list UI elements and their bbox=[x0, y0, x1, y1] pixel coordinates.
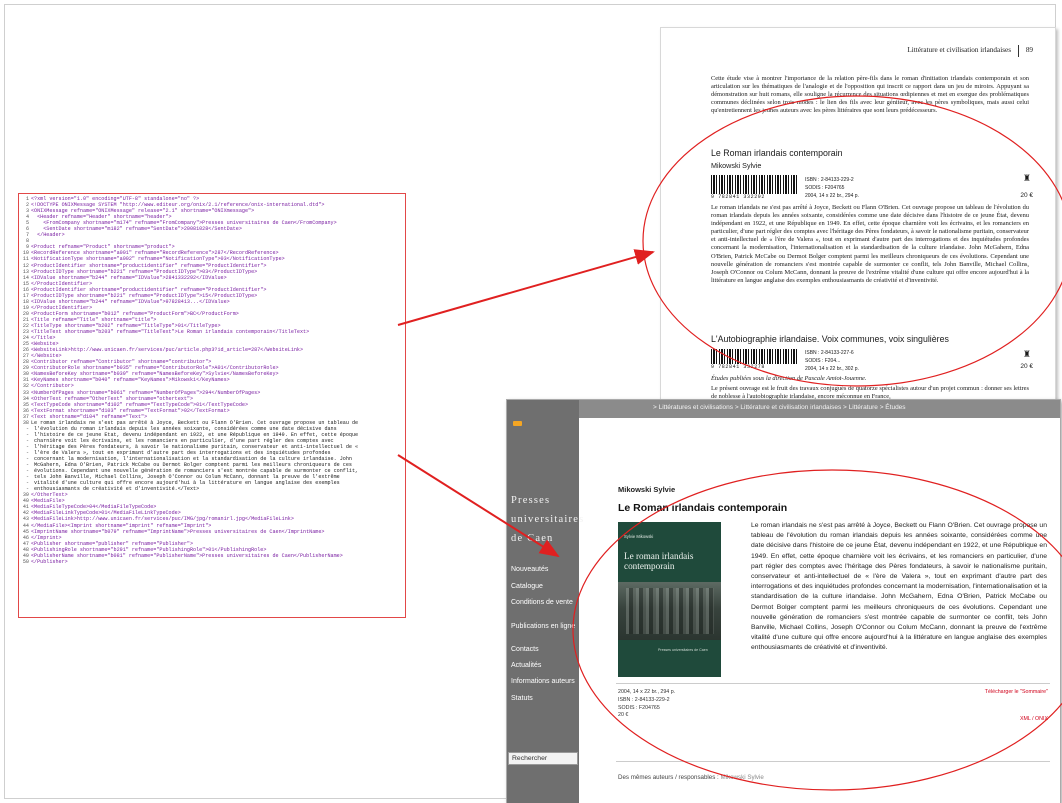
book2-isbn: ISBN : 2-84133-227-6 bbox=[805, 350, 854, 356]
site-brand: Presses universitaires de Caen bbox=[511, 491, 584, 548]
content-divider-2 bbox=[616, 761, 1050, 762]
meta-sodis: SODIS : F204765 bbox=[618, 704, 660, 711]
figure-frame: 1 <?xml version="1.0" encoding="UTF-8" st… bbox=[4, 4, 1061, 803]
book2-title: L'Autobiographie irlandaise. Voix commun… bbox=[711, 334, 949, 344]
book-description: Le roman irlandais ne s'est pas arrêté à… bbox=[711, 204, 1029, 284]
running-head: Littérature et civilisation irlandaises bbox=[907, 46, 1011, 54]
book2-sodis: SODIS : F204... bbox=[805, 358, 841, 364]
reader2-icon: ♜ bbox=[1022, 349, 1031, 359]
book2-direction: Études publiées sous la direction de Pas… bbox=[711, 375, 867, 382]
cover-photo bbox=[618, 582, 721, 640]
nav-statuts[interactable]: Statuts bbox=[511, 695, 533, 702]
same-authors-link[interactable]: Mikowski Sylvie bbox=[721, 774, 764, 781]
product-author[interactable]: Mikowski Sylvie bbox=[618, 485, 675, 494]
nav-informations-auteurs[interactable]: Informations auteurs bbox=[511, 678, 575, 685]
book-price: 20 € bbox=[1020, 192, 1033, 199]
meta-isbn: ISBN : 2-84133-229-2 bbox=[618, 696, 670, 703]
meta-price: 20 € bbox=[618, 712, 629, 719]
book-sodis: SODIS : F204765 bbox=[805, 185, 845, 191]
brand-line-2: universitaires bbox=[511, 514, 585, 525]
xml-line: 50 </Publisher> bbox=[21, 559, 403, 565]
page-intro-text: Cette étude vise à montrer l'importance … bbox=[711, 75, 1029, 115]
book-cover-image: Sylvie Mikowski Le roman irlandais conte… bbox=[618, 522, 721, 677]
book-format: 2004, 14 x 22 br., 294 p. bbox=[805, 193, 859, 199]
meta-format: 2004, 14 x 22 br., 294 p. bbox=[618, 689, 676, 695]
nav-contacts[interactable]: Contacts bbox=[511, 646, 539, 653]
product-title: Le Roman irlandais contemporain bbox=[618, 502, 788, 514]
xml-line-text: <TitleText shortname="b203" refname="Tit… bbox=[31, 329, 310, 336]
brand-line-1: Presses bbox=[511, 495, 551, 506]
xml-onix-link[interactable]: XML / ONIX bbox=[1020, 716, 1048, 722]
book-author: Mikowski Sylvie bbox=[711, 161, 762, 170]
product-description: Le roman irlandais ne s'est pas arrêté à… bbox=[751, 522, 1047, 652]
nav-conditions-de-vente[interactable]: Conditions de vente bbox=[511, 599, 573, 606]
nav-nouveautes[interactable]: Nouveautés bbox=[511, 566, 548, 573]
site-topbar: > Littératures et civilisations > Littér… bbox=[579, 400, 1060, 418]
catalogue-page-panel: Littérature et civilisation irlandaises … bbox=[660, 27, 1056, 412]
cover-publisher: Presses universitaires de Caen bbox=[658, 648, 708, 652]
page-number: 89 bbox=[1025, 46, 1033, 54]
nav-publications-en-ligne[interactable]: Publications en ligne bbox=[511, 623, 575, 630]
book-title: Le Roman irlandais contemporain bbox=[711, 148, 843, 158]
book2-price: 20 € bbox=[1020, 363, 1033, 370]
content-divider bbox=[616, 683, 1050, 684]
page-header: Littérature et civilisation irlandaises … bbox=[661, 45, 1055, 58]
site-logo-icon[interactable] bbox=[513, 421, 522, 426]
breadcrumb[interactable]: > Littératures et civilisations > Littér… bbox=[653, 404, 906, 411]
xml-line-text: <WebsiteLink>http://www.unicaen.fr/servi… bbox=[31, 347, 304, 354]
book-isbn: ISBN : 2-84133-229-2 bbox=[805, 177, 854, 183]
xml-line-text: </Header> bbox=[31, 232, 65, 239]
book-meta: ISBN : 2-84133-229-2 SODIS : F204765 200… bbox=[805, 176, 859, 200]
book2-format: 2004, 14 x 22 br., 302 p. bbox=[805, 366, 859, 372]
product-meta: 2004, 14 x 22 br., 294 p. ISBN : 2-84133… bbox=[618, 689, 675, 720]
barcode2-digits: 9 782841 332278 bbox=[711, 364, 797, 370]
reader-icon: ♜ bbox=[1022, 173, 1031, 183]
xml-line-text: <PublisherName shortname="b081" refname=… bbox=[31, 552, 343, 559]
search-button[interactable]: Rechercher bbox=[508, 752, 578, 765]
site-sidebar: Presses universitaires de Caen Nouveauté… bbox=[507, 400, 583, 803]
cover-title: Le roman irlandais contemporain bbox=[624, 551, 694, 571]
xml-line-text: </Publisher> bbox=[31, 558, 68, 565]
xml-line-number: 50 bbox=[22, 558, 29, 565]
barcode2-graphic bbox=[711, 349, 797, 365]
same-authors: Des mêmes auteurs / responsables : Mikow… bbox=[618, 774, 764, 781]
brand-line-3: de Caen bbox=[511, 533, 554, 544]
website-screenshot-panel: Presses universitaires de Caen Nouveauté… bbox=[506, 399, 1061, 803]
same-authors-label: Des mêmes auteurs / responsables : bbox=[618, 774, 719, 781]
nav-catalogue[interactable]: Catalogue bbox=[511, 583, 543, 590]
barcode-digits: 9 782841 332292 bbox=[711, 194, 797, 200]
download-sommaire-link[interactable]: Télécharger le "Sommaire" bbox=[985, 689, 1048, 695]
cover-author: Sylvie Mikowski bbox=[624, 534, 654, 539]
header-separator bbox=[1018, 45, 1019, 57]
nav-actualites[interactable]: Actualités bbox=[511, 662, 541, 669]
book2-meta: ISBN : 2-84133-227-6 SODIS : F204... 200… bbox=[805, 349, 859, 373]
xml-line-text: <ImprintName shortname="b079" refname="I… bbox=[31, 528, 325, 535]
xml-onix-panel: 1 <?xml version="1.0" encoding="UTF-8" st… bbox=[18, 193, 406, 618]
